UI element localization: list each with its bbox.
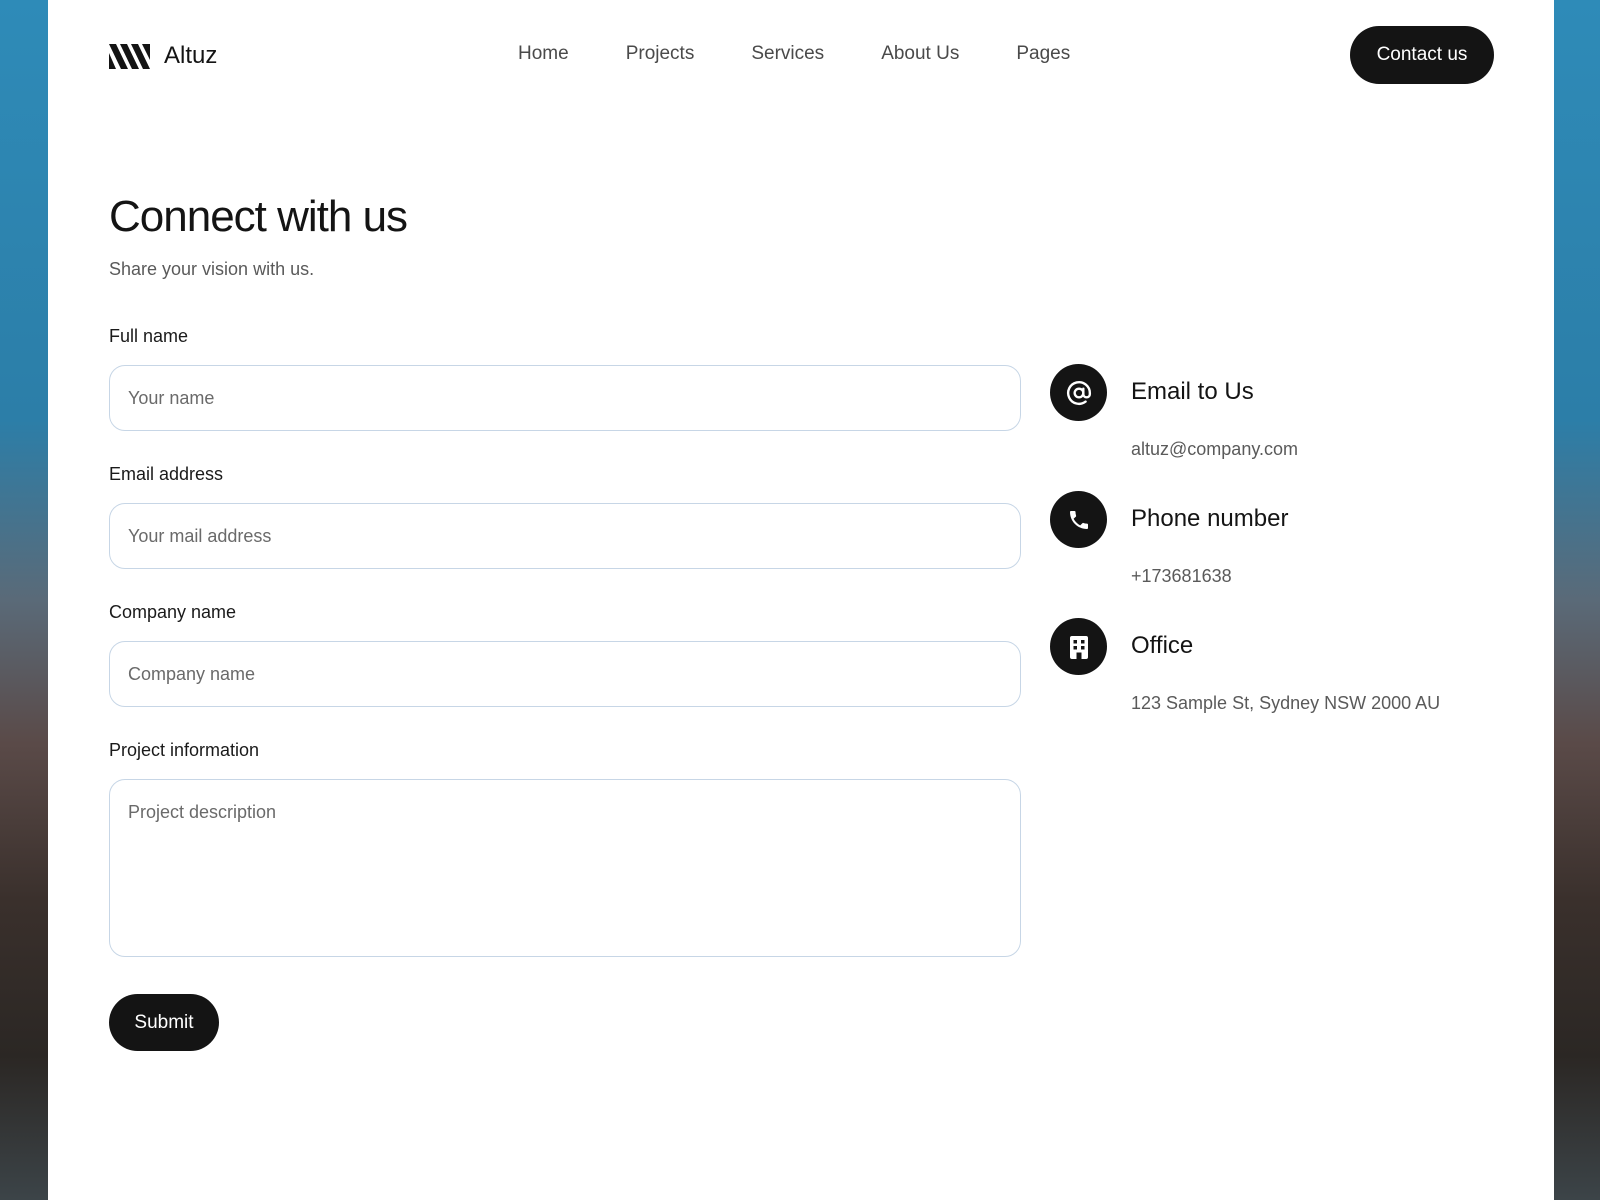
main-nav: Home Projects Services About Us Pages xyxy=(518,41,1070,67)
project-information-label: Project information xyxy=(109,740,260,760)
page-subtitle: Share your vision with us. xyxy=(109,259,315,279)
brand-logo[interactable]: Altuz xyxy=(109,42,217,70)
full-name-label: Full name xyxy=(109,326,189,346)
email-info-title: Email to Us xyxy=(1131,378,1254,405)
phone-info-title: Phone number xyxy=(1131,505,1289,532)
email-input[interactable] xyxy=(109,503,1021,569)
phone-info-value[interactable]: +173681638 xyxy=(1131,566,1232,587)
nav-item-projects[interactable]: Projects xyxy=(626,41,695,67)
company-name-input[interactable] xyxy=(109,641,1021,707)
company-name-label: Company name xyxy=(109,602,237,622)
nav-item-services[interactable]: Services xyxy=(751,41,824,67)
building-icon xyxy=(1050,618,1107,675)
email-info-value[interactable]: altuz@company.com xyxy=(1131,439,1298,460)
page-title: Connect with us xyxy=(109,192,408,241)
brand-name: Altuz xyxy=(164,42,218,69)
nav-item-about-us[interactable]: About Us xyxy=(881,41,959,67)
at-icon xyxy=(1050,364,1107,421)
office-info-value: 123 Sample St, Sydney NSW 2000 AU xyxy=(1131,693,1441,713)
nav-item-pages[interactable]: Pages xyxy=(1016,41,1070,67)
full-name-input[interactable] xyxy=(109,365,1021,431)
logo-mark-icon xyxy=(109,43,150,69)
contact-us-button[interactable]: Contact us xyxy=(1350,26,1494,84)
project-description-textarea[interactable] xyxy=(109,779,1021,957)
office-info-title: Office xyxy=(1131,632,1194,659)
phone-icon xyxy=(1050,491,1107,548)
email-label: Email address xyxy=(109,464,224,484)
submit-button[interactable]: Submit xyxy=(109,994,219,1051)
page-container: Altuz Home Projects Services About Us Pa… xyxy=(48,0,1554,1200)
nav-item-home[interactable]: Home xyxy=(518,41,569,67)
